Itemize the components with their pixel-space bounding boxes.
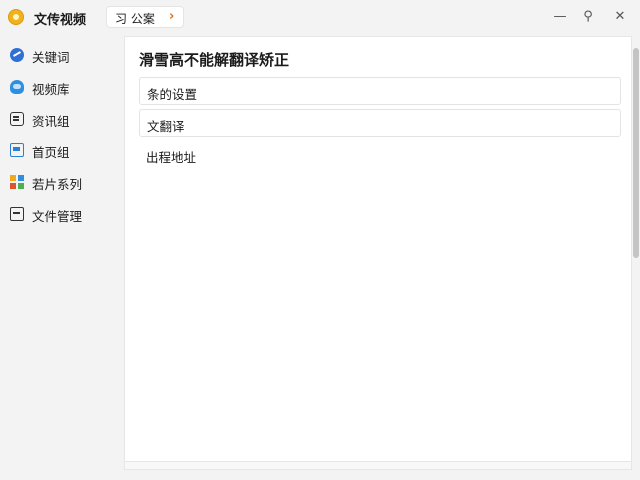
sidebar-item-label: 首页组: [32, 145, 70, 160]
sidebar-item-label: 若片系列: [32, 177, 83, 192]
sidebar-item-label: 关键词: [32, 50, 70, 65]
title-bar: 文传视频 习 公案 › — ⚲ ✕: [0, 0, 640, 34]
page-title: 滑雪高不能解翻译矫正: [139, 51, 290, 69]
sidebar-item-keywords[interactable]: 关键词: [6, 43, 116, 67]
calendar-icon: [10, 143, 24, 157]
minimize-button[interactable]: —: [546, 6, 574, 28]
sidebar-item-series[interactable]: 若片系列: [6, 170, 116, 194]
globe-icon: [10, 48, 24, 62]
address-link[interactable]: 出程地址: [146, 147, 196, 166]
sidebar-item-video-library[interactable]: 视频库: [6, 75, 116, 99]
sidebar-item-label: 资讯组: [32, 114, 70, 129]
vertical-scrollbar[interactable]: [632, 36, 640, 480]
sidebar-item-file-management[interactable]: 文件管理: [6, 202, 116, 226]
tab-label: 习 公案: [115, 12, 155, 26]
grid-icon: [10, 175, 24, 189]
translate-row[interactable]: 文翻译: [139, 109, 621, 137]
close-button[interactable]: ✕: [606, 6, 634, 28]
cloud-icon: [10, 80, 24, 94]
sidebar-item-label: 视频库: [32, 82, 70, 97]
pin-button[interactable]: ⚲: [574, 6, 602, 28]
sidebar-item-news[interactable]: 资讯组: [6, 107, 116, 131]
scroll-thumb[interactable]: [633, 48, 639, 258]
app-title: 文传视频: [34, 13, 87, 28]
main-panel: 滑雪高不能解翻译矫正 条的设置 文翻译 出程地址: [124, 36, 632, 462]
sidebar-item-home[interactable]: 首页组: [6, 138, 116, 162]
settings-row[interactable]: 条的设置: [139, 77, 621, 105]
note-icon: [10, 112, 24, 126]
row-label: 条的设置: [147, 87, 198, 102]
box-icon: [10, 207, 24, 221]
panel-footer: [124, 462, 632, 470]
row-label: 文翻译: [147, 119, 185, 134]
chevron-right-icon: ›: [169, 9, 175, 24]
tab-chip[interactable]: 习 公案 ›: [106, 6, 184, 28]
sidebar-item-label: 文件管理: [32, 209, 83, 224]
app-logo-icon: [8, 9, 24, 25]
